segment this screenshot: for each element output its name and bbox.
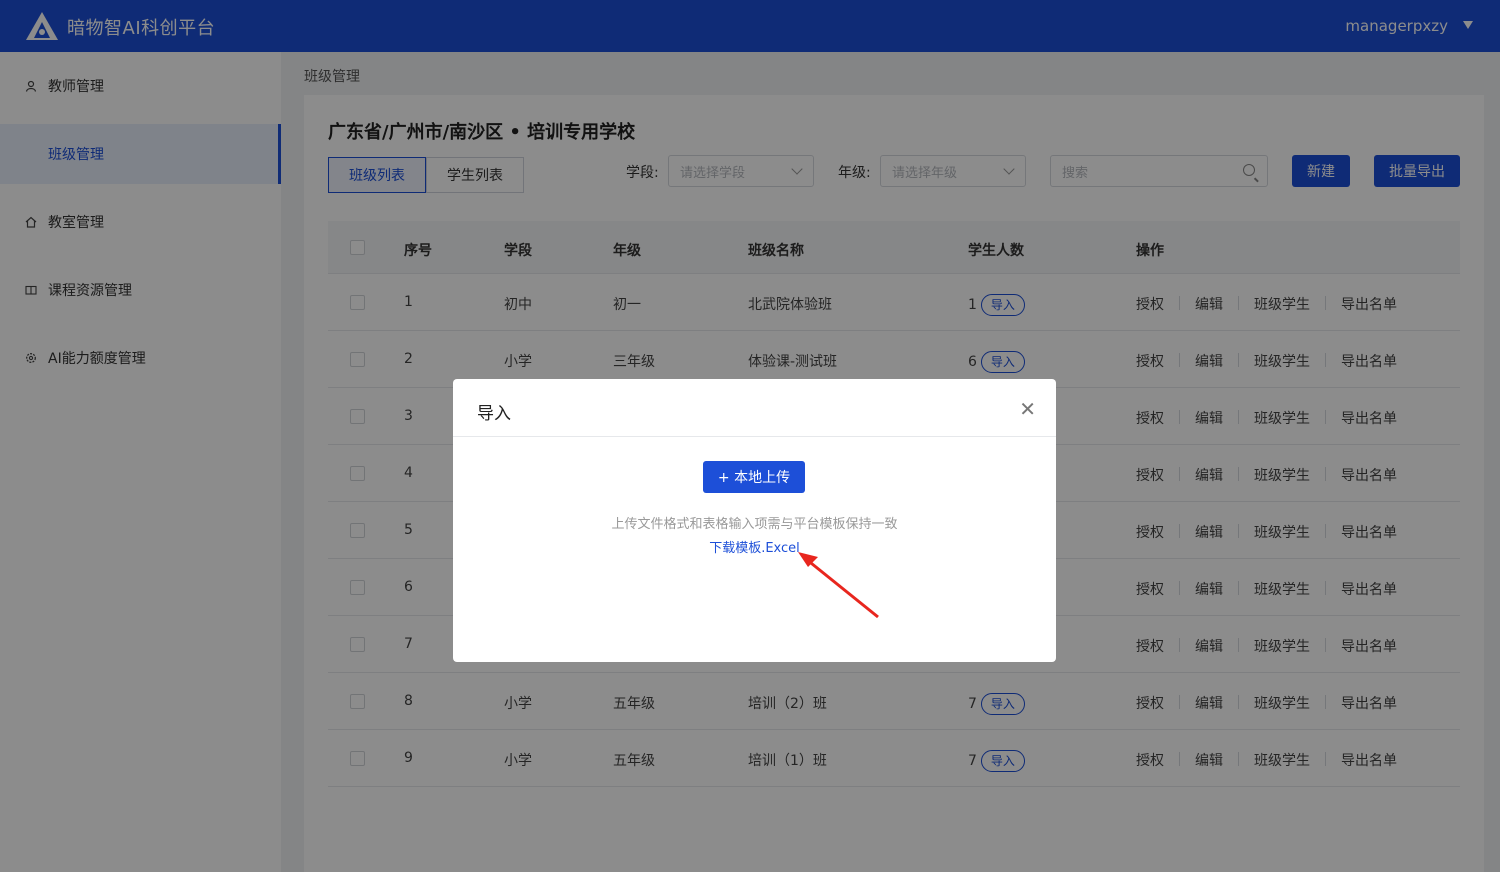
divider: [453, 436, 1056, 437]
download-template-link[interactable]: 下载模板.Excel: [709, 541, 800, 556]
close-icon[interactable]: ✕: [1019, 397, 1036, 421]
local-upload-button[interactable]: + 本地上传: [703, 461, 805, 493]
upload-hint: 上传文件格式和表格输入项需与平台模板保持一致: [611, 517, 898, 532]
dialog-title: 导入: [477, 404, 511, 424]
import-dialog: 导入 ✕ + 本地上传 上传文件格式和表格输入项需与平台模板保持一致 下载模板.…: [453, 379, 1056, 662]
annotation-arrow-icon: [798, 552, 879, 619]
